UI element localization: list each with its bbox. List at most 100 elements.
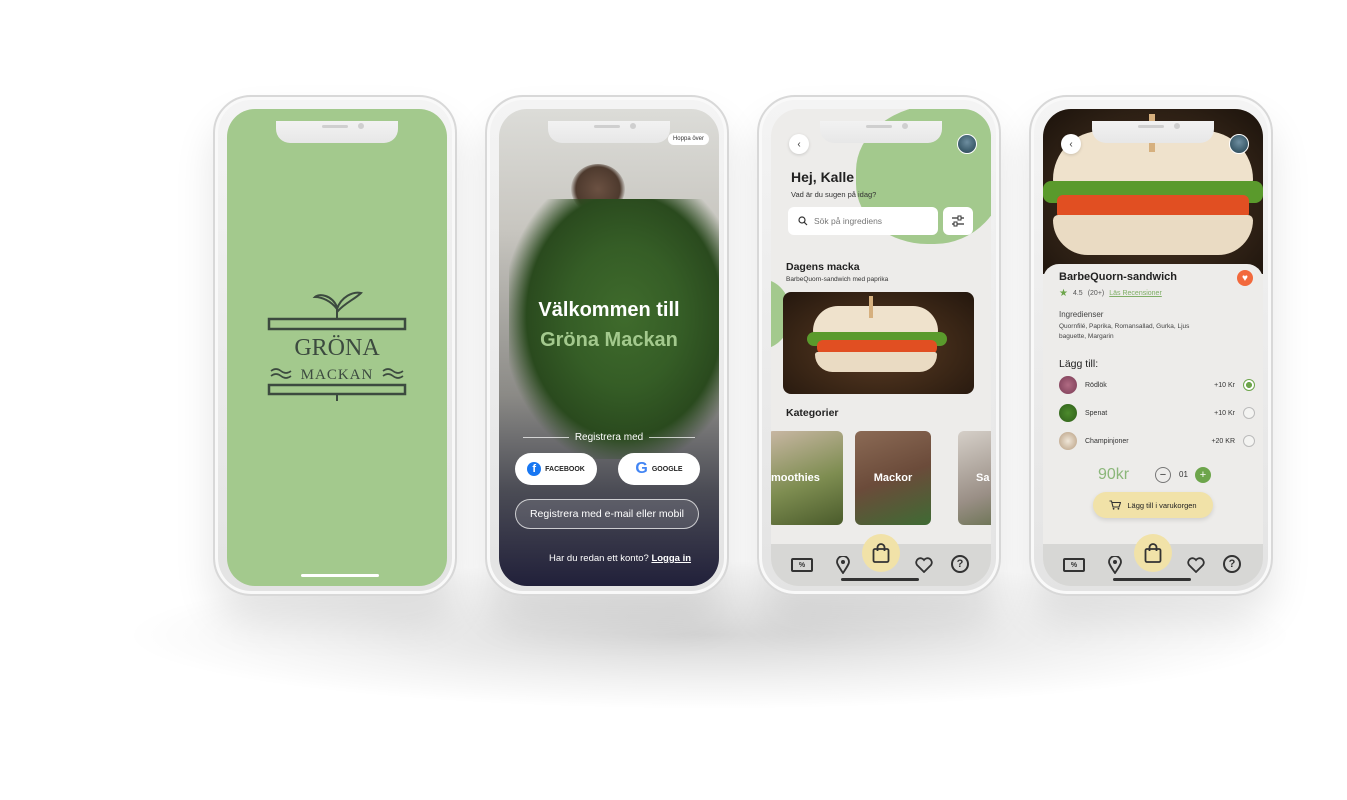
shopping-bag-icon[interactable] (1134, 534, 1172, 572)
category-label: moothies (771, 472, 820, 484)
avatar[interactable] (957, 134, 977, 154)
skip-button[interactable]: Hoppa över (667, 133, 709, 145)
filter-icon (952, 215, 964, 227)
categories-title: Kategorier (786, 407, 839, 419)
location-pin-icon[interactable] (1105, 555, 1125, 575)
login-prompt: Har du redan ett konto? Logga in (499, 553, 719, 564)
phone-home: ‹ Hej, Kalle Vad är du sugen på idag? Sö… (757, 95, 1001, 596)
phone-notch (276, 121, 398, 143)
cart-icon (1109, 500, 1122, 510)
help-icon[interactable]: ? (1223, 555, 1241, 573)
login-link[interactable]: Logga in (651, 553, 691, 564)
google-button[interactable]: G GOOGLE (618, 453, 700, 485)
category-label: Sa (976, 472, 990, 484)
avatar[interactable] (1229, 134, 1249, 154)
back-button[interactable]: ‹ (1061, 134, 1081, 154)
addon-price: +20 KR (1211, 437, 1235, 445)
addon-name: Champinjoner (1085, 437, 1129, 445)
quantity-decrease-button[interactable]: − (1155, 467, 1171, 483)
quantity-value: 01 (1179, 470, 1188, 479)
rating-count: (20+) (1087, 290, 1105, 297)
phone-onboarding: Hoppa över Välkommen till Gröna Mackan R… (485, 95, 729, 596)
welcome-title: Välkommen till (538, 299, 680, 321)
addon-radio[interactable] (1243, 379, 1255, 391)
star-icon: ★ (1059, 288, 1068, 299)
detail-screen: ‹ ♥ BarbeQuorn-sandwich ★ 4.5 (20+) Läs … (1043, 109, 1263, 586)
home-indicator (841, 578, 919, 581)
category-card-sallader[interactable]: Sa (958, 431, 991, 525)
addon-name: Rödlök (1085, 381, 1107, 389)
addon-row[interactable]: Rödlök +10 Kr (1059, 375, 1255, 395)
home-indicator (1113, 578, 1191, 581)
ingredients-text: Quornfilé, Paprika, Romansallad, Gurka, … (1059, 323, 1190, 340)
facebook-icon: f (527, 462, 542, 476)
search-icon (798, 216, 808, 226)
bottom-navbar: % ? (1043, 534, 1263, 586)
coupon-icon[interactable]: % (1063, 558, 1085, 572)
heart-icon: ♥ (1242, 272, 1248, 284)
home-indicator (301, 574, 379, 577)
email-register-button[interactable]: Registrera med e-mail eller mobil (515, 499, 699, 529)
ingredients-title: Ingredienser (1059, 310, 1104, 319)
addon-row[interactable]: Champinjoner +20 KR (1059, 431, 1255, 451)
daily-sandwich-card[interactable] (783, 292, 974, 394)
back-icon: ‹ (797, 138, 801, 150)
greeting: Hej, Kalle (791, 169, 855, 185)
add-to-cart-label: Lägg till i varukorgen (1127, 500, 1197, 510)
filter-button[interactable] (943, 207, 973, 235)
phone-detail: ‹ ♥ BarbeQuorn-sandwich ★ 4.5 (20+) Läs … (1029, 95, 1273, 596)
category-label: Mackor (873, 472, 913, 484)
google-icon: G (635, 460, 648, 477)
google-label: GOOGLE (651, 465, 683, 473)
phone-splash: GRÖNA MACKAN (213, 95, 457, 596)
greeting-subtitle: Vad är du sugen på idag? (791, 190, 877, 199)
heart-icon[interactable] (914, 555, 934, 575)
back-button[interactable]: ‹ (789, 134, 809, 154)
reviews-link[interactable]: Läs Recensioner (1109, 290, 1162, 297)
favorite-button[interactable]: ♥ (1237, 270, 1253, 286)
addon-radio[interactable] (1243, 435, 1255, 447)
facebook-label: FACEBOOK (545, 465, 585, 473)
product-price: 90kr (1098, 466, 1130, 483)
logo-line1: GRÖNA (294, 335, 380, 361)
help-icon[interactable]: ? (951, 555, 969, 573)
quantity-increase-button[interactable]: + (1195, 467, 1211, 483)
addon-price: +10 Kr (1214, 381, 1235, 389)
rating-row: ★ 4.5 (20+) Läs Recensioner (1059, 288, 1162, 299)
phone-notch (820, 121, 942, 143)
addons-title: Lägg till: (1059, 358, 1099, 370)
search-input[interactable]: Sök på ingrediens (788, 207, 938, 235)
addon-radio[interactable] (1243, 407, 1255, 419)
register-with-label: Registrera med (574, 432, 644, 443)
category-card-mackor[interactable]: Mackor (855, 431, 931, 525)
register-with-divider: Registrera med (523, 432, 696, 443)
addon-price: +10 Kr (1214, 409, 1235, 417)
daily-title: Dagens macka (786, 261, 860, 273)
addon-thumb (1059, 376, 1077, 394)
product-title: BarbeQuorn-sandwich (1059, 271, 1177, 283)
back-icon: ‹ (1069, 138, 1073, 150)
heart-icon[interactable] (1186, 555, 1206, 575)
splash-screen: GRÖNA MACKAN (227, 109, 447, 586)
addon-name: Spenat (1085, 409, 1108, 417)
addon-thumb (1059, 432, 1077, 450)
grona-mackan-logo: GRÖNA MACKAN (267, 291, 407, 401)
daily-subtitle: BarbeQuorn-sandwich med paprika (786, 276, 889, 283)
addon-row[interactable]: Spenat +10 Kr (1059, 403, 1255, 423)
facebook-button[interactable]: f FACEBOOK (515, 453, 597, 485)
category-card-smoothies[interactable]: moothies (771, 431, 843, 525)
add-to-cart-button[interactable]: Lägg till i varukorgen (1093, 492, 1213, 518)
location-pin-icon[interactable] (833, 555, 853, 575)
addon-thumb (1059, 404, 1077, 422)
rating-value: 4.5 (1072, 290, 1083, 297)
home-screen: ‹ Hej, Kalle Vad är du sugen på idag? Sö… (771, 109, 991, 586)
search-placeholder: Sök på ingrediens (814, 216, 883, 226)
have-account-text: Har du redan ett konto? (548, 553, 649, 564)
shopping-bag-icon[interactable] (862, 534, 900, 572)
onboarding-screen: Hoppa över Välkommen till Gröna Mackan R… (499, 109, 719, 586)
phone-notch (548, 121, 670, 143)
bottom-navbar: % ? (771, 534, 991, 586)
coupon-icon[interactable]: % (791, 558, 813, 572)
brand-title: Gröna Mackan (540, 329, 678, 351)
logo-line2: MACKAN (301, 367, 374, 383)
